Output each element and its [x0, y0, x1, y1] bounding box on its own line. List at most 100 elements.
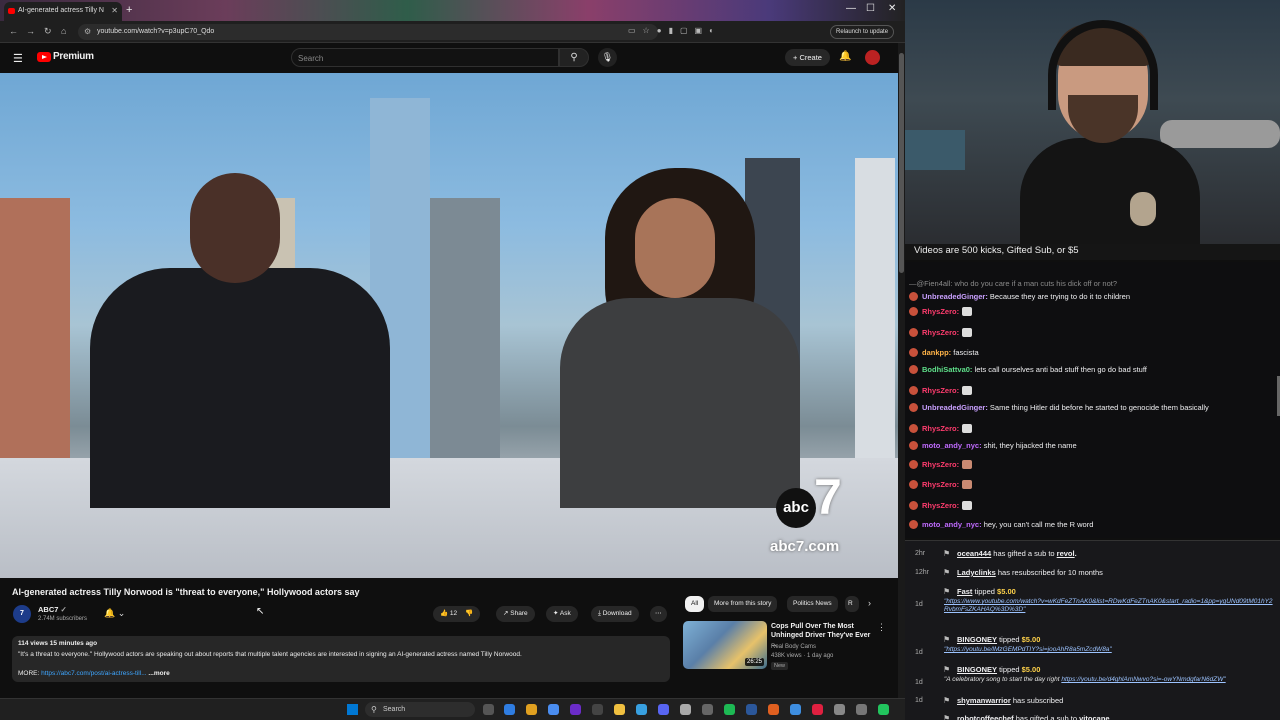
event-username[interactable]: BINGONEY: [957, 665, 997, 674]
menu-icon[interactable]: ☰: [13, 52, 23, 65]
windows-start-icon[interactable]: [347, 704, 358, 715]
page-scrollbar[interactable]: [898, 43, 905, 698]
show-more-link[interactable]: ...more: [148, 670, 169, 677]
terminal-icon[interactable]: [592, 704, 603, 715]
app-icon[interactable]: [680, 704, 691, 715]
chip-politics-news[interactable]: Politics News: [787, 596, 838, 612]
app-icon[interactable]: [790, 704, 801, 715]
more-actions-icon[interactable]: ⋯: [650, 606, 667, 622]
recommendation-channel[interactable]: Real Body Cams: [771, 643, 833, 652]
channel-name[interactable]: ABC7 ✓: [38, 605, 67, 614]
chat-badge-icon: [909, 441, 918, 450]
site-info-icon[interactable]: ⚙: [84, 27, 91, 36]
back-icon[interactable]: ←: [9, 26, 18, 36]
chat-text: Same thing Hitler did before he started …: [987, 403, 1209, 412]
event-username[interactable]: robotcoffeechef: [957, 714, 1014, 720]
chip-truncated[interactable]: R: [845, 596, 859, 612]
new-tab-icon[interactable]: +: [126, 4, 132, 16]
event-username[interactable]: Fast: [957, 587, 972, 596]
minimize-icon[interactable]: —: [846, 3, 856, 14]
chat-username[interactable]: RhysZero:: [922, 328, 959, 337]
share-button[interactable]: ↗ Share: [496, 606, 535, 622]
chat-username[interactable]: UnbreadedGinger:: [922, 292, 988, 301]
chat-username[interactable]: RhysZero:: [922, 386, 959, 395]
chip-all[interactable]: All: [685, 596, 705, 612]
chat-message: moto_andy_nyc: hey, you can't call me th…: [909, 520, 1093, 529]
task-view-icon[interactable]: [483, 704, 494, 715]
app-icon[interactable]: [834, 704, 845, 715]
event-username[interactable]: BINGONEY: [957, 635, 997, 644]
download-button[interactable]: ⤓ Download: [591, 606, 639, 622]
chat-username[interactable]: RhysZero:: [922, 501, 959, 510]
app-icon[interactable]: [548, 704, 559, 715]
tip-link[interactable]: https://youtu.be/d4ghlAmNwvo?si=-owYNmdg…: [1061, 676, 1225, 683]
chat-username[interactable]: BodhiSattva0:: [922, 365, 972, 374]
share-icon: ↗: [503, 610, 509, 617]
event-username[interactable]: ocean444: [957, 549, 991, 558]
skyline-building: [855, 158, 895, 458]
home-icon[interactable]: ⌂: [61, 26, 66, 36]
kick-icon[interactable]: [878, 704, 889, 715]
chrome-icon[interactable]: [526, 704, 537, 715]
chat-emote-icon: [962, 501, 973, 510]
tip-link[interactable]: "https://youtu.be/lMzGEMPdTIY?si=jooAhR8…: [944, 646, 1112, 653]
event-username[interactable]: Ladyclinks: [957, 568, 996, 577]
telegram-icon[interactable]: [636, 704, 647, 715]
address-bar[interactable]: ⚙ youtube.com/watch?v=p3upC70_Qdo: [78, 24, 658, 40]
event-username[interactable]: shymanwarrior: [957, 696, 1011, 705]
chat-username[interactable]: RhysZero:: [922, 480, 959, 489]
event-text: BINGONEY tipped $5.00: [957, 635, 1040, 644]
chat-username[interactable]: moto_andy_nyc:: [922, 520, 982, 529]
voice-search-icon[interactable]: 🎙: [598, 48, 617, 67]
recommendation-menu-icon[interactable]: ⋮: [877, 622, 886, 633]
search-button[interactable]: ⚲: [559, 48, 589, 67]
ask-button[interactable]: ✦ Ask: [546, 606, 578, 622]
thumbs-down-icon[interactable]: 👎: [465, 610, 473, 617]
chat-username[interactable]: moto_andy_nyc:: [922, 441, 982, 450]
forward-icon[interactable]: →: [26, 26, 35, 36]
obs-icon[interactable]: [570, 704, 581, 715]
skyline-building: [0, 198, 70, 458]
app-icon[interactable]: [856, 704, 867, 715]
like-button[interactable]: 👍 12 👎: [433, 606, 481, 622]
reload-icon[interactable]: ↻: [44, 26, 52, 37]
chevron-right-icon[interactable]: ›: [868, 598, 871, 608]
video-player[interactable]: abc 7 abc7.com: [0, 73, 898, 578]
app-icon[interactable]: [812, 704, 823, 715]
channel-avatar[interactable]: 7: [13, 605, 31, 623]
app-icon[interactable]: [702, 704, 713, 715]
app-icon[interactable]: [768, 704, 779, 715]
relaunch-button[interactable]: Relaunch to update: [830, 25, 895, 39]
search-input[interactable]: Search: [291, 48, 559, 67]
chat-username[interactable]: RhysZero:: [922, 307, 959, 316]
event-time: 1d: [915, 697, 923, 704]
scrollbar-thumb[interactable]: [899, 53, 904, 273]
recommendation-meta: Real Body Cams 438K views · 1 day ago: [771, 643, 833, 660]
close-window-icon[interactable]: ✕: [888, 3, 896, 14]
subscription-bell-icon[interactable]: 🔔 ⌄: [104, 608, 125, 619]
maximize-icon[interactable]: ☐: [866, 3, 875, 14]
discord-icon[interactable]: [658, 704, 669, 715]
create-button[interactable]: + Create: [785, 49, 830, 66]
notifications-icon[interactable]: 🔔: [839, 51, 851, 62]
tip-link[interactable]: "https://www.youtube.com/watch?v=wKdFeZT…: [944, 598, 1273, 613]
taskbar-search[interactable]: ⚲ Search: [365, 702, 475, 717]
chat-username[interactable]: RhysZero:: [922, 460, 959, 469]
youtube-logo-icon[interactable]: [37, 52, 51, 62]
chat-username[interactable]: dankpp:: [922, 348, 951, 357]
spotify-icon[interactable]: [724, 704, 735, 715]
description-box[interactable]: 114 views 15 minutes ago "It's a threat …: [12, 636, 670, 682]
avatar[interactable]: [865, 50, 880, 65]
folder-icon[interactable]: [614, 704, 625, 715]
description-link[interactable]: https://abc7.com/post/ai-actress-till...: [41, 670, 146, 677]
word-icon[interactable]: [746, 704, 757, 715]
extension-icons[interactable]: ▭☆●▮▢▣◐: [628, 26, 721, 35]
close-tab-icon[interactable]: ✕: [111, 6, 118, 15]
chat-username[interactable]: RhysZero:: [922, 424, 959, 433]
chip-more-from-story[interactable]: More from this story: [708, 596, 778, 612]
recommendation-thumbnail[interactable]: 26:25: [683, 621, 767, 669]
youtube-brand[interactable]: Premium: [53, 51, 94, 62]
tab-youtube[interactable]: AI-generated actress Tilly N ✕: [4, 2, 122, 21]
chat-username[interactable]: UnbreadedGinger:: [922, 403, 988, 412]
edge-icon[interactable]: [504, 704, 515, 715]
